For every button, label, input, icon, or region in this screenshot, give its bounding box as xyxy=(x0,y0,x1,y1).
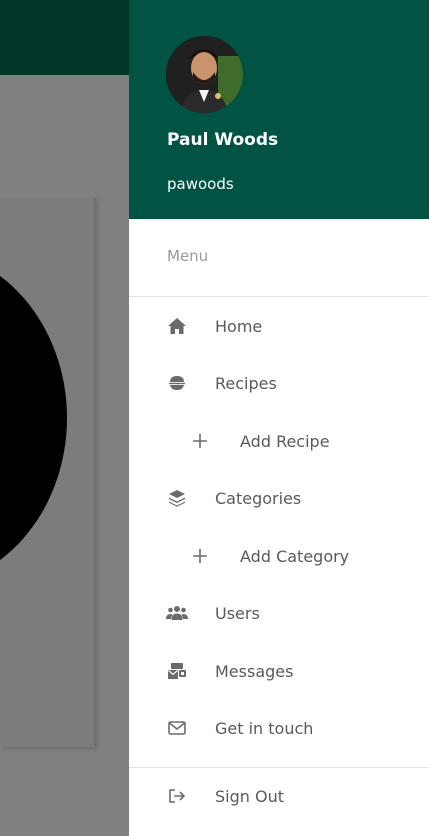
home-icon xyxy=(166,315,188,337)
nav-item-label: Add Category xyxy=(240,546,350,566)
sign-out-label: Sign Out xyxy=(215,786,284,806)
user-name: Paul Woods xyxy=(167,130,279,150)
nav-item-label: Categories xyxy=(215,488,302,508)
nav-item-users[interactable]: Users xyxy=(129,591,429,635)
plus-icon xyxy=(189,545,211,567)
nav-item-label: Home xyxy=(215,316,263,336)
plus-icon xyxy=(189,430,211,452)
nav-item-add-recipe[interactable]: Add Recipe xyxy=(129,419,429,463)
drawer-header: Paul Woods pawoods xyxy=(129,0,429,219)
layers-icon xyxy=(166,487,188,509)
nav-item-label: Add Recipe xyxy=(240,431,330,451)
nav-item-add-category[interactable]: Add Category xyxy=(129,534,429,578)
content-card xyxy=(0,198,96,747)
nav-item-label: Recipes xyxy=(215,373,277,393)
nav-item-label: Messages xyxy=(215,661,294,681)
nav-item-messages[interactable]: Messages xyxy=(129,649,429,693)
avatar-photo xyxy=(166,36,243,113)
nav-item-label: Users xyxy=(215,603,260,623)
envelope-icon xyxy=(166,717,188,739)
sign-out-icon xyxy=(166,785,188,807)
navigation-drawer: Paul Woods pawoods Menu Home Recipes Add… xyxy=(129,0,429,836)
nav-item-label: Get in touch xyxy=(215,718,314,738)
bowl-icon xyxy=(166,372,188,394)
nav-item-recipes[interactable]: Recipes xyxy=(129,361,429,405)
sign-out-button[interactable]: Sign Out xyxy=(129,774,429,818)
mail-box-icon xyxy=(166,660,188,682)
nav-item-home[interactable]: Home xyxy=(129,304,429,348)
divider xyxy=(129,767,429,768)
nav-item-get-in-touch[interactable]: Get in touch xyxy=(129,706,429,750)
card-image xyxy=(0,248,67,588)
nav-item-categories[interactable]: Categories xyxy=(129,476,429,520)
divider xyxy=(129,296,429,297)
avatar[interactable] xyxy=(166,36,243,113)
users-icon xyxy=(166,602,188,624)
menu-heading: Menu xyxy=(167,247,209,265)
user-handle: pawoods xyxy=(167,175,234,193)
